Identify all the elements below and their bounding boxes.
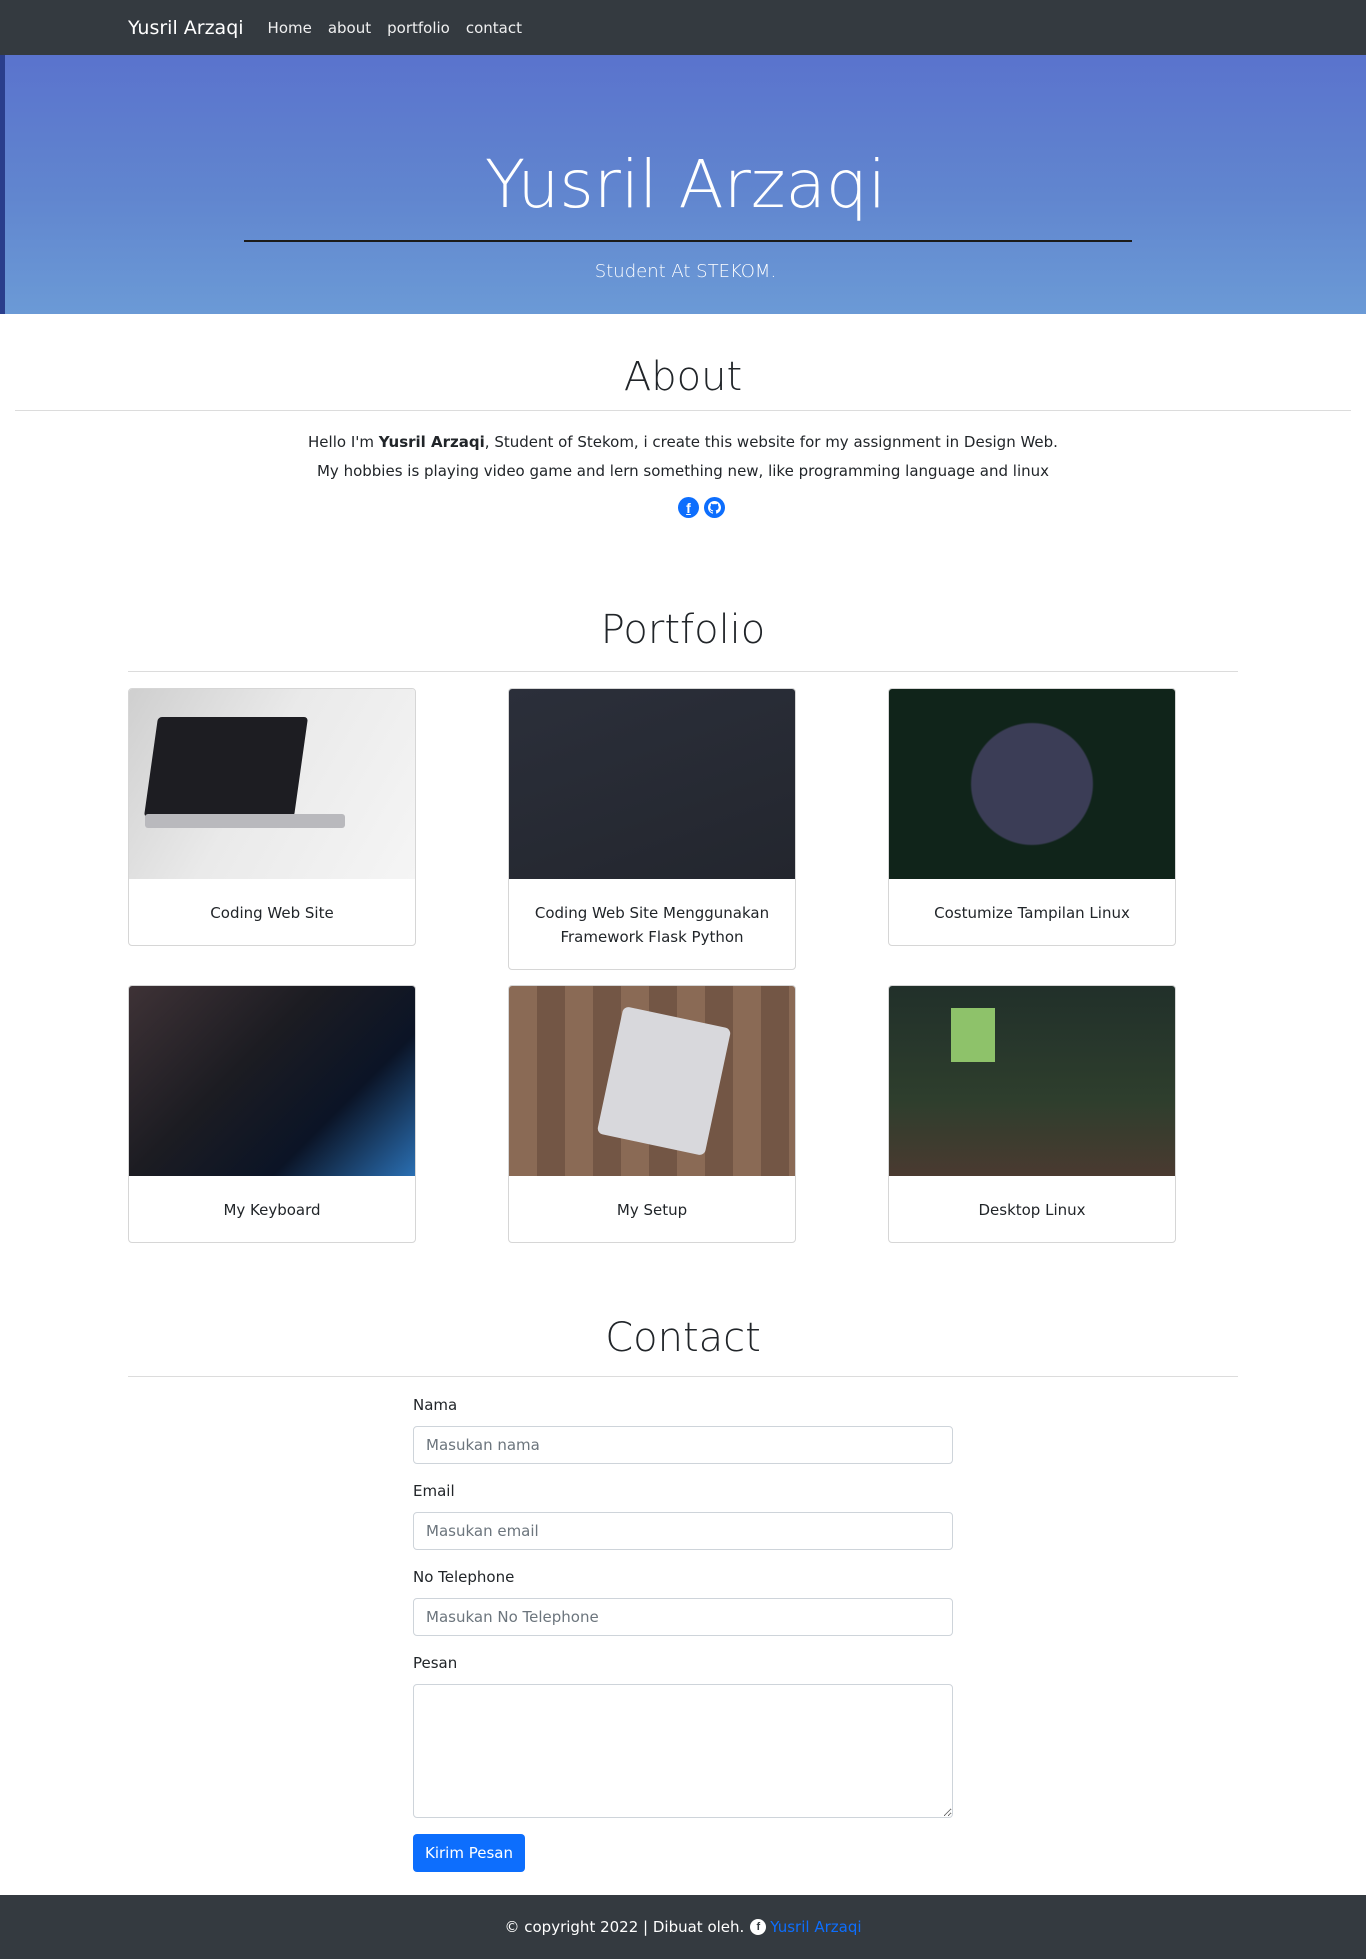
portfolio-section: Portfolio Coding Web Site Coding Web Sit… [0, 595, 1366, 1295]
portfolio-card-caption: Coding Web Site [210, 904, 334, 922]
footer-copyright: © copyright 2022 | Dibuat oleh. [504, 1918, 745, 1936]
portfolio-card-caption: Coding Web Site Menggunakan Framework Fl… [534, 904, 770, 946]
linux-jungle-image [889, 689, 1175, 879]
portfolio-card[interactable]: My Keyboard [128, 985, 416, 1243]
keyboard-image [129, 986, 415, 1176]
hero-divider [244, 240, 1132, 242]
portfolio-title: Portfolio [600, 607, 766, 653]
hero-subtitle: Student At STEKOM. [594, 261, 777, 282]
navbar-brand[interactable]: Yusril Arzaqi [128, 17, 244, 39]
portfolio-card[interactable]: My Setup [508, 985, 796, 1243]
portfolio-divider [128, 671, 1238, 672]
name-label: Nama [413, 1396, 458, 1414]
hero-title: Yusril Arzaqi [484, 146, 887, 223]
portfolio-card-caption: Costumize Tampilan Linux [934, 904, 1130, 922]
contact-title: Contact [605, 1315, 761, 1361]
contact-section: Contact Nama Email No Telephone Pesan Ki… [0, 1295, 1366, 1895]
laptop-code-image [129, 689, 415, 879]
contact-divider [128, 1376, 1238, 1377]
portfolio-card-caption: Desktop Linux [978, 1201, 1086, 1219]
submit-button[interactable]: Kirim Pesan [413, 1834, 525, 1872]
about-intro-name: Yusril Arzaqi [378, 433, 485, 451]
portfolio-card[interactable]: Coding Web Site Menggunakan Framework Fl… [508, 688, 796, 970]
social-links: f [678, 497, 725, 518]
forest-desktop-image [889, 986, 1175, 1176]
about-title: About [623, 354, 743, 400]
email-input[interactable] [413, 1512, 953, 1550]
code-editor-image [509, 689, 795, 879]
facebook-icon[interactable]: f [678, 497, 699, 518]
portfolio-card[interactable]: Desktop Linux [888, 985, 1176, 1243]
message-textarea[interactable] [413, 1684, 953, 1818]
nav-link-home[interactable]: Home [268, 19, 312, 37]
facebook-icon: f [750, 1919, 767, 1935]
portfolio-card[interactable]: Costumize Tampilan Linux [888, 688, 1176, 946]
navbar: Yusril Arzaqi Home about portfolio conta… [0, 0, 1366, 55]
github-icon[interactable] [704, 497, 725, 518]
footer: © copyright 2022 | Dibuat oleh. f Yusril… [0, 1895, 1366, 1959]
phone-label: No Telephone [413, 1568, 515, 1586]
about-intro-suffix: , Student of Stekom, i create this websi… [484, 433, 1058, 451]
hero-banner: Yusril Arzaqi Student At STEKOM. [0, 55, 1366, 314]
footer-author-link[interactable]: Yusril Arzaqi [770, 1918, 861, 1936]
email-label: Email [413, 1482, 455, 1500]
about-hobbies: My hobbies is playing video game and ler… [316, 462, 1050, 480]
desk-setup-image [509, 986, 795, 1176]
portfolio-card-caption: My Setup [616, 1201, 688, 1219]
nav-link-portfolio[interactable]: portfolio [387, 19, 450, 37]
message-label: Pesan [413, 1654, 458, 1672]
portfolio-card[interactable]: Coding Web Site [128, 688, 416, 946]
phone-input[interactable] [413, 1598, 953, 1636]
name-input[interactable] [413, 1426, 953, 1464]
about-intro: Hello I'm Yusril Arzaqi, Student of Stek… [0, 430, 1366, 454]
portfolio-card-caption: My Keyboard [223, 1201, 321, 1219]
about-divider [15, 410, 1351, 411]
nav-link-contact[interactable]: contact [466, 19, 522, 37]
about-intro-prefix: Hello I'm [308, 433, 379, 451]
nav-link-about[interactable]: about [328, 19, 371, 37]
